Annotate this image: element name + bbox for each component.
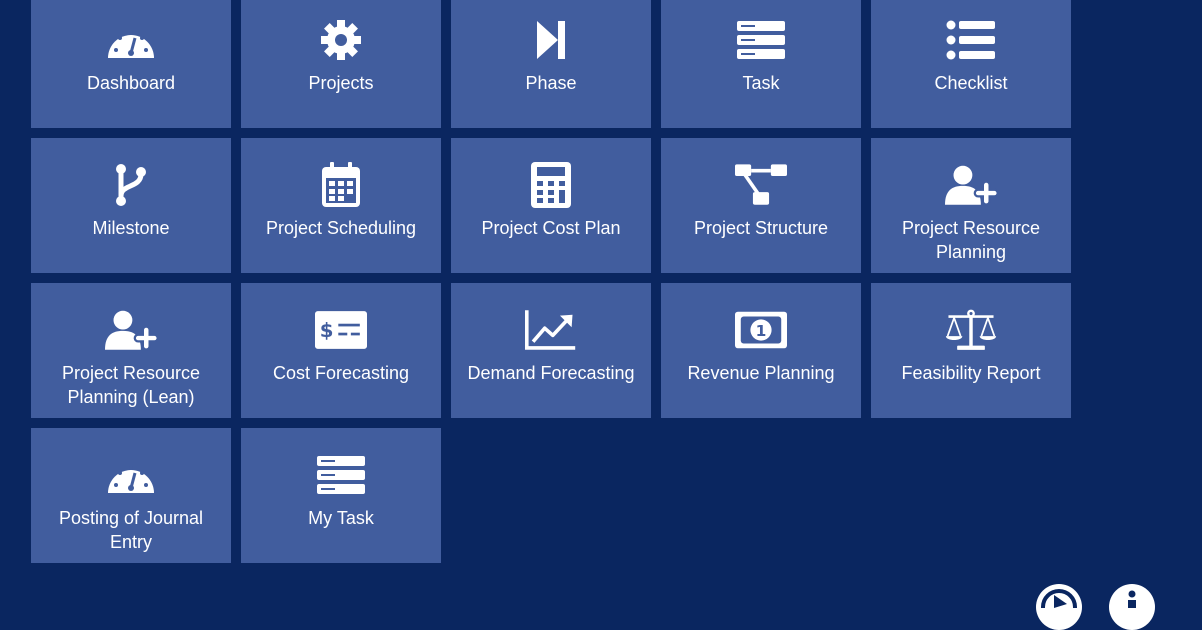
- sitemap-icon: [735, 162, 787, 208]
- dashboard-gauge-icon: [105, 452, 157, 498]
- tile-cost-forecasting[interactable]: $ Cost Forecasting: [241, 283, 441, 418]
- tile-label: Revenue Planning: [687, 363, 835, 383]
- tile-dashboard[interactable]: Dashboard: [31, 0, 231, 128]
- svg-text:1: 1: [756, 322, 767, 340]
- tile-label: Project Cost Plan: [481, 218, 621, 238]
- tile-label: Checklist: [934, 73, 1008, 93]
- dashboard-gauge-icon: [105, 17, 157, 63]
- server-stack-icon: [735, 17, 787, 63]
- tile-project-structure[interactable]: Project Structure: [661, 138, 861, 273]
- tile-label: Posting of Journal Entry: [58, 508, 204, 552]
- gear-icon: [315, 17, 367, 63]
- tile-project-resource-planning-lean[interactable]: Project Resource Planning (Lean): [31, 283, 231, 418]
- calculator-icon: [525, 162, 577, 208]
- tile-label: Project Structure: [693, 218, 829, 238]
- tile-label: Cost Forecasting: [272, 363, 410, 383]
- tile-label: Milestone: [92, 218, 170, 238]
- tile-revenue-planning[interactable]: 1 Revenue Planning: [661, 283, 861, 418]
- tile-my-task[interactable]: My Task: [241, 428, 441, 563]
- tile-projects[interactable]: Projects: [241, 0, 441, 128]
- tile-label: Feasibility Report: [901, 363, 1041, 383]
- tile-project-resource-planning[interactable]: Project Resource Planning: [871, 138, 1071, 273]
- list-icon: [945, 17, 997, 63]
- calendar-icon: [315, 162, 367, 208]
- tile-label: Project Resource Planning: [901, 218, 1041, 262]
- tile-label: Dashboard: [86, 73, 176, 93]
- play-circle-icon: [1036, 584, 1082, 625]
- tile-posting-of-journal-entry[interactable]: Posting of Journal Entry: [31, 428, 231, 563]
- tile-project-cost-plan[interactable]: Project Cost Plan: [451, 138, 651, 273]
- tile-label: Task: [742, 73, 780, 93]
- tile-label: Project Resource Planning (Lean): [61, 363, 201, 407]
- tile-label: Phase: [525, 73, 577, 93]
- info-button[interactable]: [1109, 584, 1155, 630]
- tile-checklist[interactable]: Checklist: [871, 0, 1071, 128]
- tile-feasibility-report[interactable]: Feasibility Report: [871, 283, 1071, 418]
- balance-scale-icon: [945, 307, 997, 353]
- tile-project-scheduling[interactable]: Project Scheduling: [241, 138, 441, 273]
- svg-text:$: $: [320, 319, 334, 342]
- chart-line-icon: [525, 307, 577, 353]
- info-icon: [1109, 584, 1155, 613]
- tile-task[interactable]: Task: [661, 0, 861, 128]
- tile-demand-forecasting[interactable]: Demand Forecasting: [451, 283, 651, 418]
- tile-label: Project Scheduling: [265, 218, 417, 238]
- server-stack-icon: [315, 452, 367, 498]
- tile-label: My Task: [308, 508, 374, 528]
- money-check-icon: $: [315, 307, 367, 353]
- money-bill-icon: 1: [735, 307, 787, 353]
- user-plus-icon: [105, 307, 157, 353]
- app-tile-grid: Dashboard Projects Phase Task Checklist …: [31, 0, 1071, 563]
- tile-label: Demand Forecasting: [467, 363, 635, 383]
- tile-phase[interactable]: Phase: [451, 0, 651, 128]
- tile-label: Projects: [308, 73, 374, 93]
- user-plus-icon: [945, 162, 997, 208]
- play-circle-button[interactable]: [1036, 584, 1082, 630]
- skip-forward-icon: [525, 17, 577, 63]
- tile-milestone[interactable]: Milestone: [31, 138, 231, 273]
- code-branch-icon: [105, 162, 157, 208]
